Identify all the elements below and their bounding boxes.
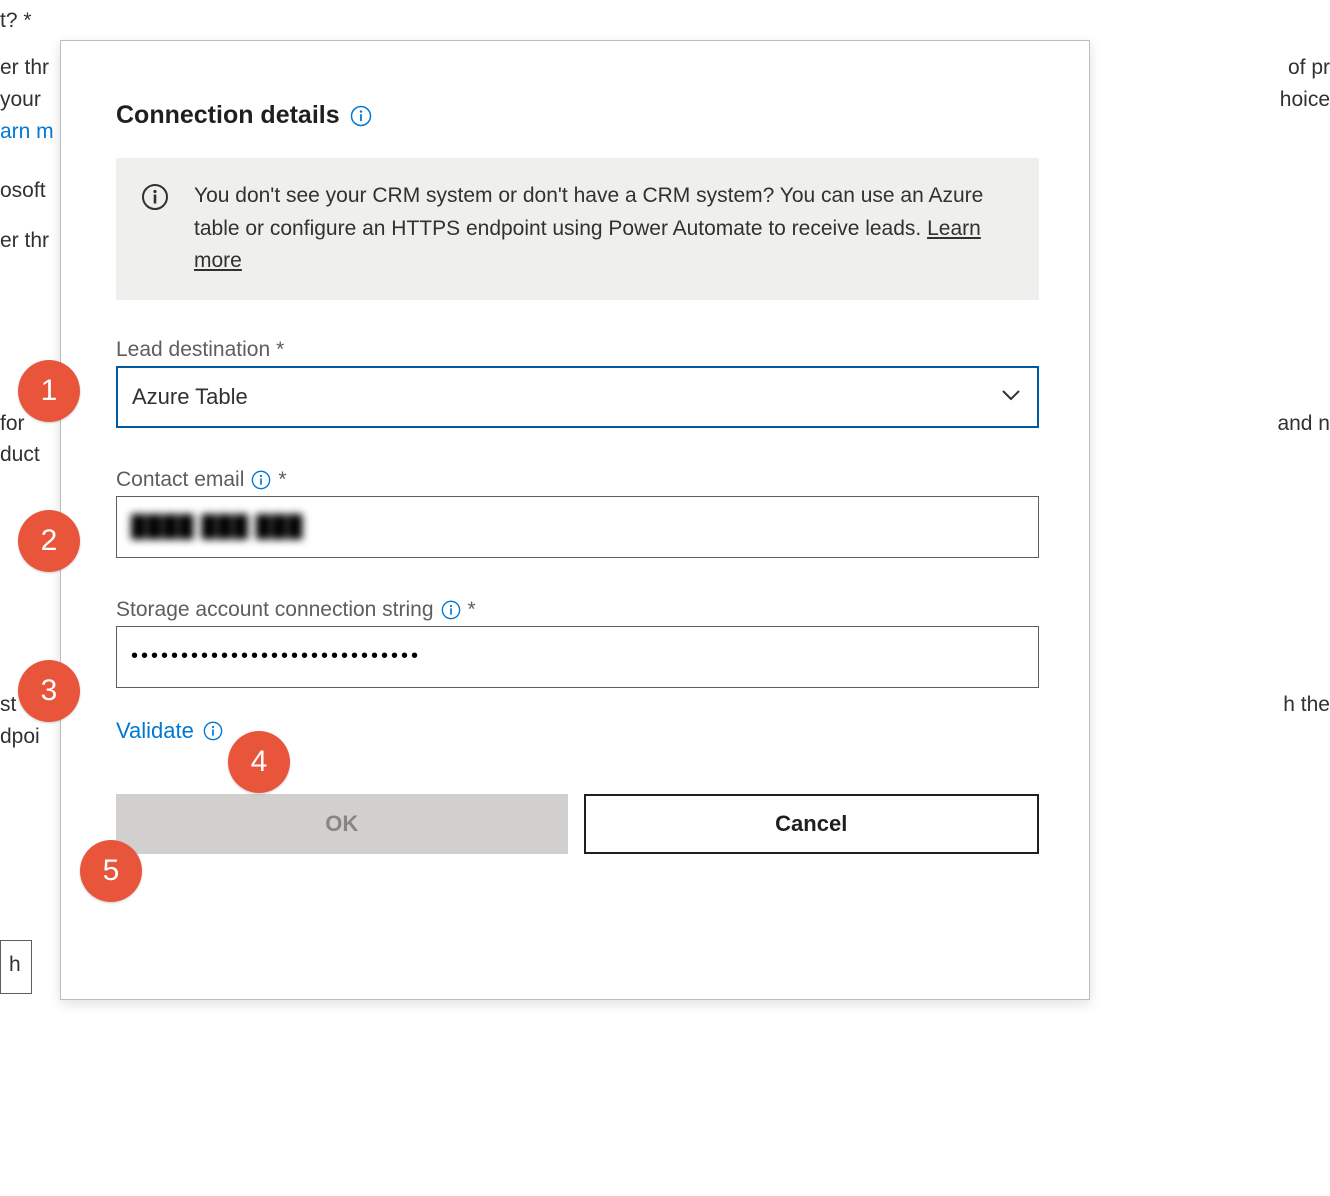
info-icon[interactable] xyxy=(250,469,272,491)
bg-frag: and n xyxy=(1277,408,1330,440)
required-asterisk: * xyxy=(278,468,286,492)
info-icon[interactable] xyxy=(350,105,372,127)
bg-frag-link: arn m xyxy=(0,116,54,148)
label-text: Storage account connection string xyxy=(116,598,434,622)
cancel-button[interactable]: Cancel xyxy=(584,794,1040,854)
bg-box-h: h xyxy=(0,940,32,994)
lead-destination-select[interactable]: Azure Table xyxy=(116,366,1039,428)
info-banner: You don't see your CRM system or don't h… xyxy=(116,158,1039,300)
required-asterisk: * xyxy=(468,598,476,622)
storage-connection-label: Storage account connection string * xyxy=(116,598,1039,622)
callout-2: 2 xyxy=(18,510,80,572)
info-icon[interactable] xyxy=(202,720,224,742)
bg-frag: osoft xyxy=(0,175,46,207)
bg-frag: er thr xyxy=(0,52,49,84)
callout-1: 1 xyxy=(18,360,80,422)
contact-email-label: Contact email * xyxy=(116,468,1039,492)
bg-frag: hoice xyxy=(1280,84,1330,116)
callout-5: 5 xyxy=(80,840,142,902)
bg-frag: your xyxy=(0,84,41,116)
bg-frag: for xyxy=(0,408,25,440)
button-row: OK Cancel xyxy=(116,794,1039,854)
bg-frag: h xyxy=(9,953,21,977)
dialog-title: Connection details xyxy=(116,101,372,130)
info-icon xyxy=(140,182,170,212)
lead-destination-label: Lead destination* xyxy=(116,338,1039,362)
bg-frag: dpoi xyxy=(0,721,40,753)
info-icon[interactable] xyxy=(440,599,462,621)
bg-frag: er thr xyxy=(0,225,49,257)
bg-frag: h the xyxy=(1283,689,1330,721)
callout-3: 3 xyxy=(18,660,80,722)
bg-frag: t? * xyxy=(0,5,32,37)
bg-frag: st xyxy=(0,689,16,721)
contact-email-value: ████ ███ ███ xyxy=(131,515,303,539)
label-text: Contact email xyxy=(116,468,244,492)
banner-text: You don't see your CRM system or don't h… xyxy=(194,180,1011,278)
validate-link[interactable]: Validate xyxy=(116,718,194,744)
connection-details-dialog: Connection details You don't see your CR… xyxy=(60,40,1090,1000)
ok-button[interactable]: OK xyxy=(116,794,568,854)
bg-frag: duct xyxy=(0,439,40,471)
required-asterisk: * xyxy=(276,338,284,362)
storage-connection-field[interactable] xyxy=(116,626,1039,688)
callout-4: 4 xyxy=(228,731,290,793)
bg-frag: of pr xyxy=(1288,52,1330,84)
contact-email-field[interactable]: ████ ███ ███ xyxy=(116,496,1039,558)
dialog-title-text: Connection details xyxy=(116,101,340,130)
select-value[interactable]: Azure Table xyxy=(116,366,1039,428)
banner-message: You don't see your CRM system or don't h… xyxy=(194,184,983,240)
label-text: Lead destination xyxy=(116,338,270,362)
